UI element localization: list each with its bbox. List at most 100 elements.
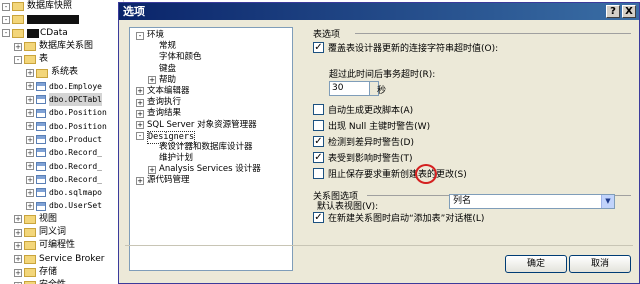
folder-icon (24, 254, 36, 264)
expand-icon[interactable]: + (136, 109, 144, 118)
object-explorer-row[interactable]: + dbo.Product (0, 133, 123, 146)
options-tree-label: 环境 (147, 30, 165, 40)
table-option-checkbox[interactable]: 阻止保存要求重新创建表的更改(S) (313, 167, 467, 180)
options-tree[interactable]: - 环境 常规 字体和颜色 键盘 + 帮助 + 文本编辑器 + 查询执行 + 查询结果 + SQL Serv… (129, 27, 293, 271)
object-explorer-label: dbo.Position (49, 121, 107, 131)
object-explorer-label: dbo.Product (49, 134, 102, 144)
expand-icon[interactable]: + (14, 215, 22, 224)
table-option-checkbox[interactable]: 出现 Null 主键时警告(W) (313, 119, 430, 132)
ok-button[interactable]: 确定 (505, 255, 567, 273)
collapse-icon[interactable]: - (2, 15, 10, 24)
red-annotation-circle (415, 164, 437, 184)
options-tree-item[interactable]: - Designers (130, 130, 292, 144)
expand-icon[interactable]: + (26, 69, 34, 78)
collapse-icon[interactable]: - (2, 2, 10, 11)
object-explorer-label: 系统表 (51, 67, 79, 78)
options-tree-item[interactable]: + Analysis Services 设计器 (130, 164, 292, 175)
checkbox-box[interactable]: ✓ (313, 152, 324, 163)
checkbox-box[interactable]: ✓ (313, 136, 324, 147)
object-explorer-row[interactable]: + dbo.Position (0, 120, 123, 133)
options-tree-item[interactable]: + 源代码管理 (130, 175, 292, 186)
object-explorer-row[interactable]: + 同义词 (0, 226, 123, 239)
object-explorer-row[interactable]: + dbo.OPCTabl (0, 93, 123, 107)
table-icon (36, 201, 46, 211)
options-tree-item[interactable]: + 查询结果 (130, 108, 292, 119)
cancel-button[interactable]: 取消 (569, 255, 631, 273)
options-tree-item[interactable]: 常规 (130, 41, 292, 52)
expand-icon[interactable]: + (148, 165, 156, 174)
checkbox-box[interactable] (313, 120, 324, 131)
object-explorer-row[interactable]: + dbo.Record_ (0, 146, 123, 159)
expand-icon[interactable]: + (26, 148, 34, 157)
expand-icon[interactable]: + (26, 162, 34, 171)
expand-icon[interactable]: + (14, 241, 22, 250)
override-timeout-checkbox[interactable]: ✓ 覆盖表设计器更新的连接字符串超时值(O): (313, 41, 498, 54)
expand-icon[interactable]: + (14, 268, 22, 277)
object-explorer-row[interactable]: + 系统表 (0, 66, 123, 79)
options-tree-item[interactable]: + 文本编辑器 (130, 86, 292, 97)
object-explorer-row[interactable]: + 视图 (0, 213, 123, 226)
expand-icon[interactable]: + (26, 109, 34, 118)
table-option-checkbox[interactable]: ✓ 检测到差异时警告(D) (313, 135, 414, 148)
options-tree-item[interactable]: + SQL Server 对象资源管理器 (130, 120, 292, 131)
expand-icon[interactable]: + (136, 121, 144, 129)
object-explorer-row[interactable]: + dbo.Record_ (0, 160, 123, 173)
object-explorer-row[interactable]: + dbo.Position (0, 106, 123, 119)
expand-icon[interactable]: + (148, 76, 156, 85)
object-explorer-row[interactable]: + 数据库关系图 (0, 40, 123, 53)
options-tree-item[interactable]: 维护计划 (130, 153, 292, 164)
collapse-icon[interactable]: - (136, 31, 144, 40)
expand-icon[interactable]: + (14, 42, 22, 51)
folder-icon (24, 241, 36, 251)
object-explorer-row[interactable]: + dbo.Employe (0, 80, 123, 93)
timeout-label: 超过此时间后事务超时(R): (329, 70, 436, 80)
expand-icon[interactable]: + (14, 255, 22, 264)
expand-icon[interactable]: + (26, 122, 34, 131)
table-option-checkbox[interactable]: ✓ 表受到影响时警告(T) (313, 151, 413, 164)
expand-icon[interactable]: + (26, 135, 34, 144)
checkbox-box[interactable]: ✓ (313, 42, 324, 53)
help-button[interactable]: ? (606, 5, 620, 18)
object-explorer-row[interactable]: + dbo.Record_ (0, 173, 123, 186)
table-icon (36, 81, 46, 91)
table-icon (36, 148, 46, 158)
options-tree-item[interactable]: + 查询执行 (130, 97, 292, 108)
expand-icon[interactable]: + (14, 228, 22, 237)
checkbox-box[interactable] (313, 104, 324, 115)
options-tree-item[interactable]: 字体和颜色 (130, 52, 292, 63)
object-explorer-row[interactable]: - 数据库快照 (0, 0, 123, 13)
default-view-select[interactable]: 列名 ▼ (449, 194, 615, 209)
object-explorer-row[interactable]: - (0, 13, 123, 26)
expand-icon[interactable]: + (26, 188, 34, 197)
close-button[interactable]: X (622, 5, 636, 18)
table-option-checkbox[interactable]: 自动生成更改脚本(A) (313, 103, 413, 116)
object-explorer-row[interactable]: +安全性 (0, 279, 123, 284)
expand-icon[interactable]: + (26, 82, 34, 91)
expand-icon[interactable]: + (136, 98, 144, 107)
object-explorer-row[interactable]: -表 (0, 53, 123, 66)
object-explorer-row[interactable]: + dbo.sqlmapo (0, 186, 123, 199)
options-tree-item[interactable]: 表设计器和数据库设计器 (130, 142, 292, 153)
options-tree-item[interactable]: + 帮助 (130, 75, 292, 86)
options-tree-item[interactable]: 键盘 (130, 64, 292, 75)
launch-add-table-checkbox[interactable]: ✓ 在新建关系图时启动“添加表”对话框(L) (313, 211, 484, 224)
collapse-icon[interactable]: - (2, 29, 10, 38)
chevron-down-icon[interactable]: ▼ (601, 195, 614, 208)
object-explorer-row[interactable]: + 存储 (0, 266, 123, 279)
collapse-icon[interactable]: - (14, 55, 22, 64)
object-explorer-row[interactable]: + dbo.UserSet (0, 199, 123, 212)
object-explorer-row[interactable]: + 可编程性 (0, 239, 123, 252)
expand-icon[interactable]: + (26, 202, 34, 211)
object-explorer-label: dbo.Record_ (49, 174, 102, 184)
collapse-icon[interactable]: - (136, 132, 144, 141)
checkbox-box[interactable] (313, 168, 324, 179)
checkbox-box[interactable]: ✓ (313, 212, 324, 223)
expand-icon[interactable]: + (26, 175, 34, 184)
object-explorer-row[interactable]: - CData (0, 27, 123, 40)
object-explorer-row[interactable]: + Service Broker (0, 253, 123, 266)
timeout-input[interactable]: 30 (329, 81, 371, 96)
options-tree-item[interactable]: - 环境 (130, 30, 292, 41)
expand-icon[interactable]: + (26, 95, 34, 104)
expand-icon[interactable]: + (136, 87, 144, 96)
expand-icon[interactable]: + (136, 176, 144, 185)
